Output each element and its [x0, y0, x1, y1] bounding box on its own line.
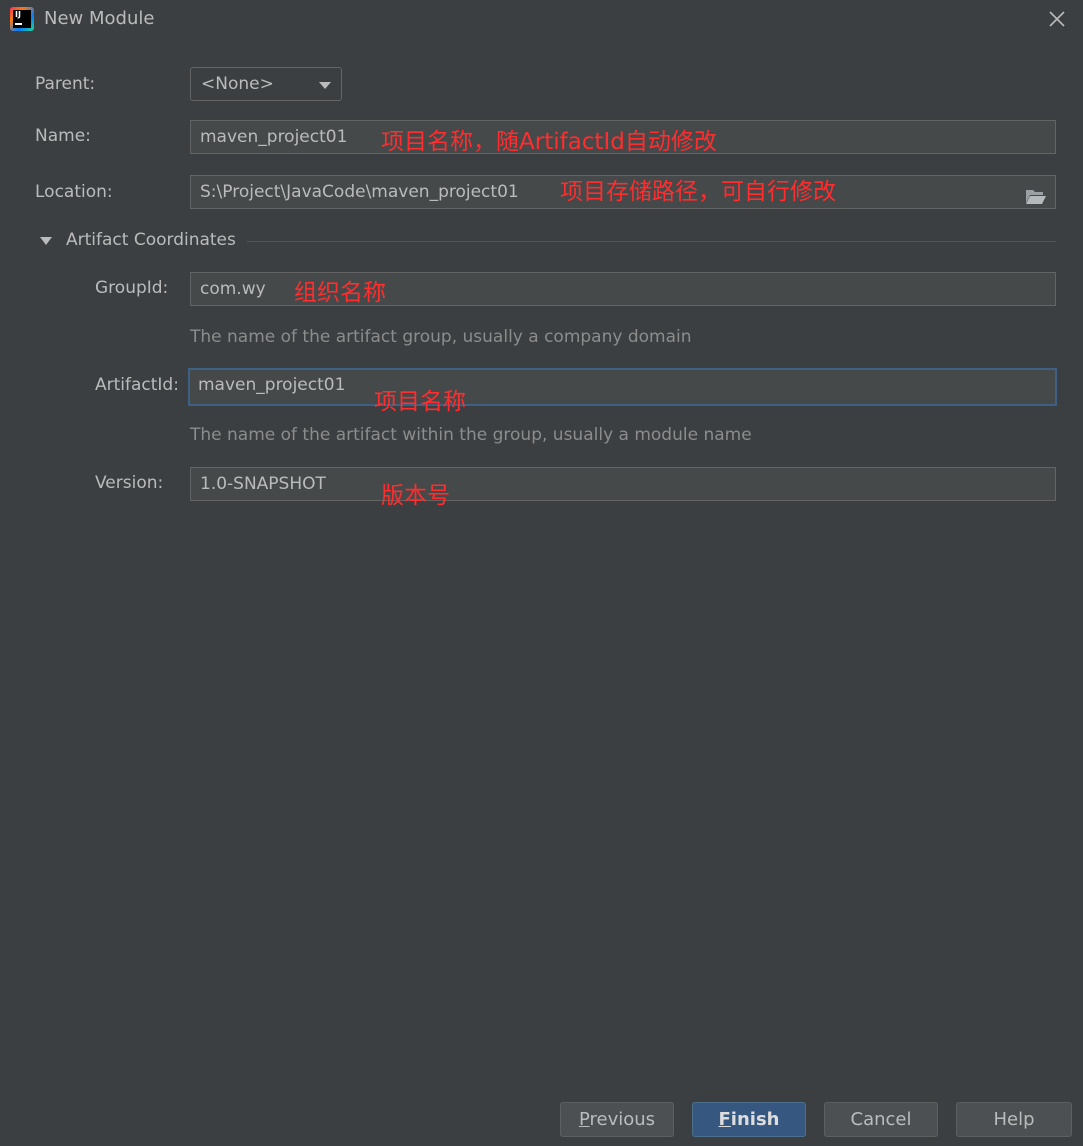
location-label: Location: — [35, 182, 113, 202]
previous-button[interactable]: Previous — [560, 1102, 674, 1137]
previous-mnemonic: P — [578, 1109, 590, 1130]
location-annotation: 项目存储路径，可自行修改 — [560, 179, 836, 205]
close-icon[interactable] — [1045, 7, 1069, 31]
name-annotation: 项目名称，随ArtifactId自动修改 — [381, 129, 717, 155]
version-label: Version: — [95, 473, 164, 493]
name-label: Name: — [35, 126, 91, 146]
finish-button[interactable]: Finish — [692, 1102, 806, 1137]
previous-label: revious — [589, 1109, 656, 1130]
artifactid-input[interactable]: maven_project01 — [188, 368, 1057, 406]
title-bar: IJ New Module — [0, 0, 1083, 38]
artifact-coordinates-title[interactable]: Artifact Coordinates — [66, 230, 236, 250]
groupid-hint: The name of the artifact group, usually … — [190, 327, 692, 347]
version-annotation: 版本号 — [381, 483, 450, 509]
chevron-down-icon — [319, 82, 331, 89]
artifactid-hint: The name of the artifact within the grou… — [190, 425, 752, 445]
parent-dropdown[interactable]: <None> — [190, 67, 342, 101]
artifactid-label: ArtifactId: — [95, 375, 179, 395]
version-input[interactable]: 1.0-SNAPSHOT — [190, 467, 1056, 501]
help-button[interactable]: Help — [956, 1102, 1072, 1137]
window-title: New Module — [44, 8, 155, 29]
parent-dropdown-value: <None> — [201, 74, 274, 94]
intellij-idea-icon: IJ — [10, 7, 34, 31]
groupid-annotation: 组织名称 — [294, 280, 386, 306]
section-divider — [247, 241, 1056, 242]
triangle-down-icon[interactable] — [40, 237, 52, 245]
cancel-button[interactable]: Cancel — [824, 1102, 938, 1137]
location-value: S:\Project\JavaCode\maven_project01 — [200, 182, 519, 202]
groupid-label: GroupId: — [95, 278, 169, 298]
parent-label: Parent: — [35, 74, 96, 94]
finish-label: inish — [730, 1109, 780, 1130]
finish-mnemonic: F — [718, 1109, 731, 1130]
folder-icon[interactable] — [1025, 184, 1047, 204]
artifactid-annotation: 项目名称 — [374, 389, 466, 415]
